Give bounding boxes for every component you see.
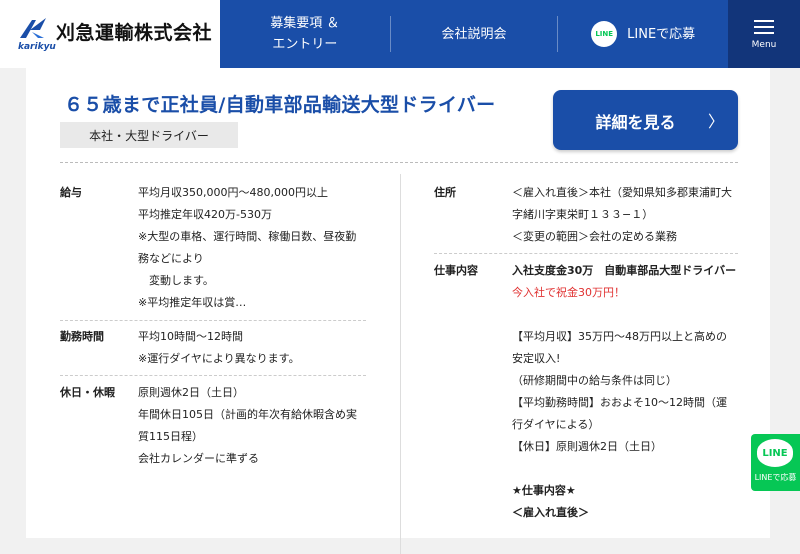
- company-name: 刈急運輸株式会社: [56, 22, 213, 44]
- nav-recruitment-line1: 募集要項 ＆: [270, 16, 340, 31]
- line-bubble-icon: LINE: [757, 439, 793, 467]
- line-icon: LINE: [591, 21, 618, 47]
- holidays-line: 原則週休2日（土日）: [138, 386, 244, 399]
- column-divider: [400, 174, 401, 554]
- job-content-line: 安定収入!: [512, 352, 561, 365]
- salary-label: 給与: [60, 186, 82, 199]
- nav-briefing-label: 会社説明会: [441, 26, 507, 42]
- job-content-value: 入社支度金30万 自動車部品大型ドライバー 今入社で祝金30万円！ 【平均月収】…: [512, 260, 736, 524]
- nav-recruitment-line2: エントリー: [272, 37, 338, 52]
- job-content-subheading: ＜雇入れ直後＞: [512, 506, 589, 519]
- view-details-button[interactable]: 詳細を見る 〉: [553, 90, 738, 150]
- holidays-line: 年間休日105日（計画的年次有給休暇含め実: [138, 408, 357, 421]
- working-hours-value: 平均10時間〜12時間 ※運行ダイヤにより異なります。: [138, 326, 300, 370]
- nav-recruitment-entry[interactable]: 募集要項 ＆ エントリー: [220, 0, 390, 68]
- job-content-line: 行ダイヤによる）: [512, 418, 600, 431]
- job-content-bonus: 今入社で祝金30万円！: [512, 286, 625, 299]
- job-content-heading: ★仕事内容★: [512, 484, 576, 497]
- job-content-headline: 入社支度金30万 自動車部品大型ドライバー: [512, 264, 737, 277]
- job-content-line: 【休日】原則週休2日（土日）: [512, 440, 662, 453]
- address-line: 字緒川字東栄町１３３−１）: [512, 208, 654, 221]
- holidays-line: 質115日程）: [138, 430, 203, 443]
- salary-value: 平均月収350,000円〜480,000円以上 平均推定年収420万-530万 …: [138, 182, 356, 314]
- floating-line-label: LINEで応募: [754, 473, 797, 482]
- salary-line: ※平均推定年収は賞…: [138, 296, 247, 309]
- holidays-label: 休日・休暇: [60, 386, 115, 399]
- hamburger-icon: [754, 20, 774, 34]
- hours-line: ※運行ダイヤにより異なります。: [138, 352, 300, 365]
- nav-line-label: LINEで応募: [627, 26, 696, 42]
- address-line: ＜変更の範囲＞会社の定める業務: [512, 230, 677, 243]
- job-content-line: 【平均月収】35万円〜48万円以上と高めの: [512, 330, 727, 343]
- job-card: ６５歳まで正社員/自動車部品輸送大型ドライバー 本社・大型ドライバー 詳細を見る…: [26, 68, 770, 554]
- address-label: 住所: [434, 186, 456, 199]
- salary-line: 務などにより: [138, 252, 204, 265]
- hours-line: 平均10時間〜12時間: [138, 330, 243, 343]
- row-divider: [60, 375, 366, 376]
- logo-subtext: karikyu: [18, 42, 56, 52]
- section-divider: [60, 162, 738, 163]
- nav-company-briefing[interactable]: 会社説明会: [391, 0, 558, 68]
- site-header: karikyu 刈急運輸株式会社 募集要項 ＆ エントリー 会社説明会 LINE…: [0, 0, 800, 68]
- menu-button[interactable]: Menu: [728, 0, 800, 68]
- menu-label: Menu: [751, 40, 777, 50]
- logo-mark-icon: [20, 18, 46, 38]
- salary-line: 平均月収350,000円〜480,000円以上: [138, 186, 328, 199]
- address-line: ＜雇入れ直後＞本社（愛知県知多郡東浦町大: [512, 186, 732, 199]
- nav-line-apply[interactable]: LINE LINEで応募: [558, 0, 728, 68]
- floating-line-apply-button[interactable]: LINE LINEで応募: [751, 434, 800, 491]
- job-content-line: （研修期間中の給与条件は同じ）: [512, 374, 677, 387]
- holidays-line: 会社カレンダーに準ずる: [138, 452, 259, 465]
- salary-line: 平均推定年収420万-530万: [138, 208, 272, 221]
- job-title[interactable]: ６５歳まで正社員/自動車部品輸送大型ドライバー: [64, 90, 495, 117]
- row-divider: [434, 253, 738, 254]
- row-divider: [60, 320, 366, 321]
- salary-line: ※大型の車格、運行時間、稼働日数、昼夜勤: [138, 230, 357, 243]
- global-nav: 募集要項 ＆ エントリー 会社説明会 LINE LINEで応募: [220, 0, 728, 68]
- working-hours-label: 勤務時間: [60, 330, 104, 343]
- job-content-line: 【平均勤務時間】おおよそ10〜12時間（運: [512, 396, 727, 409]
- job-tag: 本社・大型ドライバー: [60, 122, 238, 148]
- company-logo[interactable]: karikyu 刈急運輸株式会社: [18, 14, 218, 54]
- holidays-value: 原則週休2日（土日） 年間休日105日（計画的年次有給休暇含め実 質115日程）…: [138, 382, 357, 470]
- chevron-right-icon: 〉: [707, 112, 724, 131]
- address-value: ＜雇入れ直後＞本社（愛知県知多郡東浦町大 字緒川字東栄町１３３−１） ＜変更の範…: [512, 182, 732, 248]
- view-details-label: 詳細を見る: [595, 113, 676, 132]
- salary-line: 変動します。: [138, 274, 214, 287]
- job-content-label: 仕事内容: [434, 264, 478, 277]
